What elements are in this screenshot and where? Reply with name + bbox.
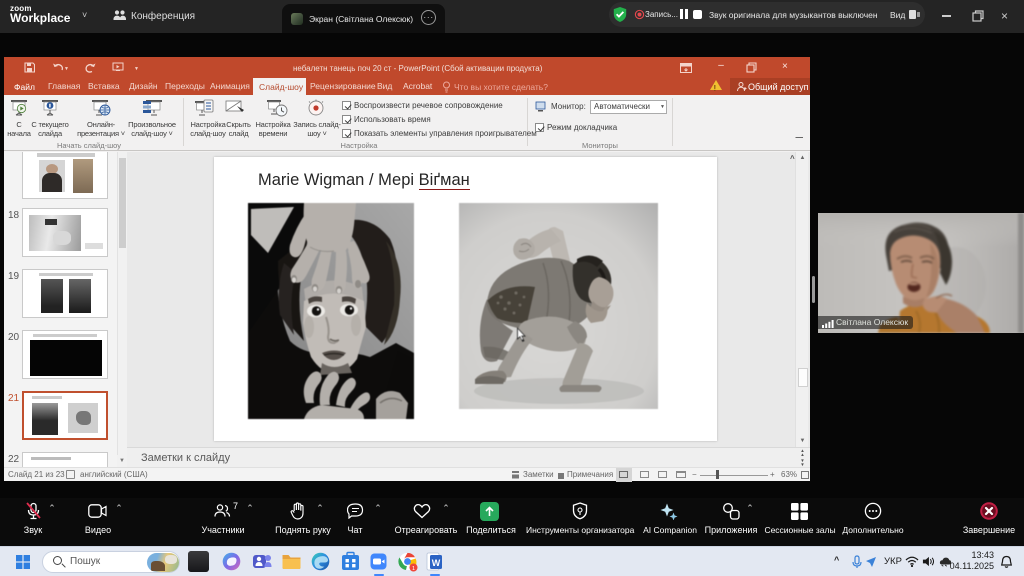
svg-text:W: W xyxy=(432,558,441,568)
svg-text:1: 1 xyxy=(412,566,415,572)
